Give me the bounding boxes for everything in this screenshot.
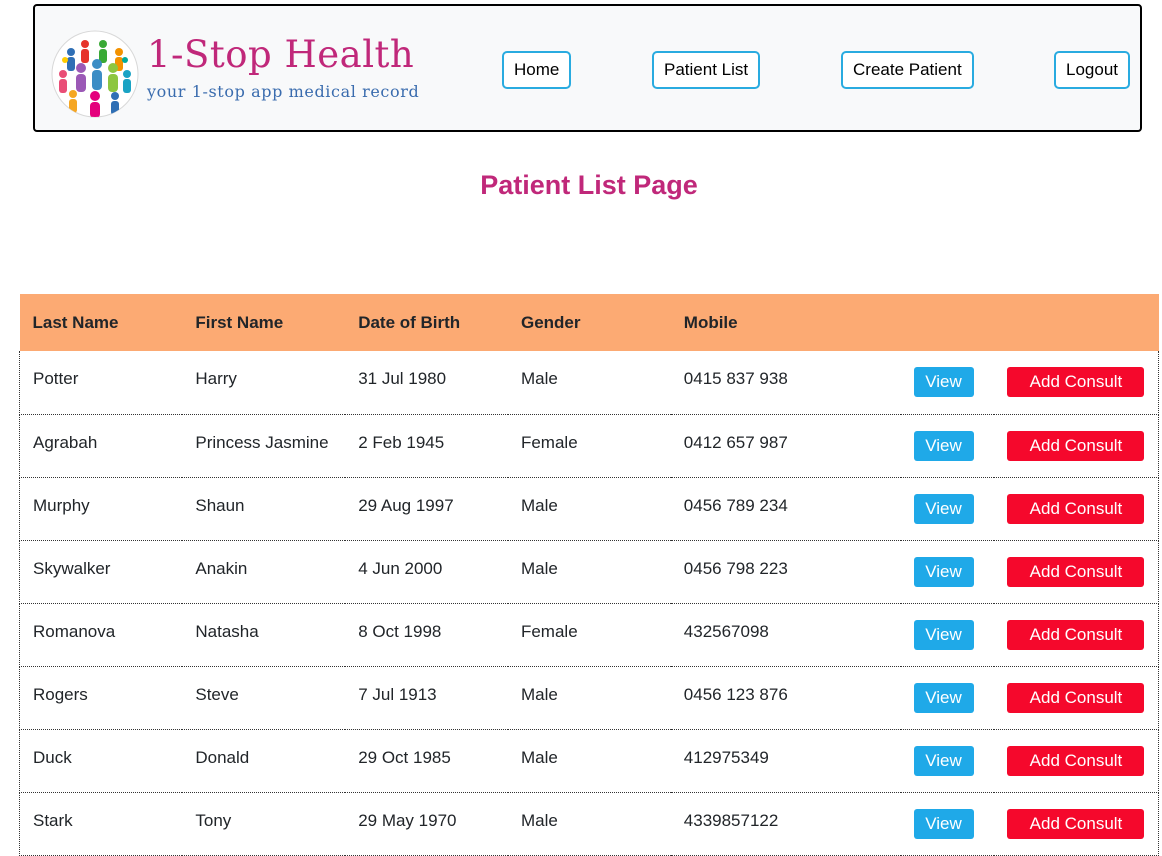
cell-gender: Male [520,810,558,830]
column-header-consult [994,294,1158,351]
cell-mobile: 0415 837 938 [683,369,788,389]
view-button[interactable]: View [913,619,974,650]
cell-mobile: 432567098 [683,621,769,641]
cell-gender: Female [520,621,578,641]
cell-gender: Male [520,558,558,578]
create-patient-button[interactable]: Create Patient [841,51,974,89]
cell-first-name: Shaun [195,495,245,515]
cell-add-consult: Add Consult [994,729,1158,792]
cell-add-consult: Add Consult [994,666,1158,729]
cell-mobile: 0456 123 876 [683,684,788,704]
cell-first-name: Anakin [195,558,248,578]
view-button[interactable]: View [913,430,974,461]
cell-add-consult: Add Consult [994,603,1158,666]
table-row: Rogers Steve 7 Jul 1913 Male 0456 123 876 Vie… [19,666,1159,729]
cell-last-name: Rogers [33,684,88,704]
add-consult-button[interactable]: Add Consult [1007,367,1145,398]
cell-view: View [901,603,995,666]
patient-table-body: Potter Harry 31 Jul 1980 Male 0415 837 938 Vi… [19,351,1159,855]
cell-view: View [901,540,995,603]
view-button[interactable]: View [913,493,974,524]
cell-add-consult: Add Consult [994,792,1158,855]
cell-date-of-birth: 29 May 1970 [358,810,457,830]
cell-view: View [901,414,995,477]
cell-view: View [901,666,995,729]
column-header-date-of-birth: Date of Birth [358,312,461,332]
cell-gender: Female [520,432,578,452]
column-header-last-name: Last Name [32,312,119,332]
cell-first-name: Donald [195,747,250,767]
cell-mobile: 0456 789 234 [683,495,788,515]
cell-date-of-birth: 31 Jul 1980 [358,369,447,389]
cell-mobile: 0412 657 987 [683,432,788,452]
cell-view: View [901,792,995,855]
table-row: Murphy Shaun 29 Aug 1997 Male 0456 789 234 Vi… [19,477,1159,540]
cell-first-name: Harry [195,369,237,389]
table-row: Stark Tony 29 May 1970 Male 4339857122 View Ad… [19,792,1159,855]
column-header-first-name: First Name [195,312,284,332]
cell-view: View [901,351,995,414]
cell-add-consult: Add Consult [994,414,1158,477]
cell-date-of-birth: 2 Feb 1945 [358,432,445,452]
column-header-mobile: Mobile [683,312,738,332]
page-title: Patient List Page [480,170,698,200]
cell-last-name: Stark [33,810,73,830]
cell-gender: Male [520,684,558,704]
cell-view: View [901,729,995,792]
cell-last-name: Romanova [33,621,116,641]
cell-last-name: Agrabah [33,432,98,452]
cell-gender: Male [520,369,558,389]
column-header-gender: Gender [520,312,581,332]
view-button[interactable]: View [913,682,974,713]
cell-gender: Male [520,747,558,767]
cell-date-of-birth: 8 Oct 1998 [358,621,442,641]
cell-first-name: Steve [195,684,239,704]
cell-date-of-birth: 29 Aug 1997 [358,495,454,515]
view-button[interactable]: View [913,367,974,398]
logout-button[interactable]: Logout [1054,51,1130,89]
cell-mobile: 412975349 [683,747,769,767]
home-button[interactable]: Home [502,51,572,89]
view-button[interactable]: View [913,808,974,839]
cell-add-consult: Add Consult [994,351,1158,414]
cell-add-consult: Add Consult [994,540,1158,603]
table-row: Potter Harry 31 Jul 1980 Male 0415 837 938 Vi… [19,351,1159,414]
cell-last-name: Skywalker [33,558,111,578]
cell-date-of-birth: 29 Oct 1985 [358,747,451,767]
cell-first-name: Princess Jasmine [195,432,329,452]
cell-last-name: Duck [33,747,72,767]
table-header-row: Last Name First Name Date of Birth Gende… [19,294,1159,351]
add-consult-button[interactable]: Add Consult [1007,430,1145,461]
cell-date-of-birth: 7 Jul 1913 [358,684,437,704]
cell-view: View [901,477,995,540]
patient-list-button[interactable]: Patient List [652,51,761,89]
cell-mobile: 0456 798 223 [683,558,788,578]
navbar: 1-Stop Health your 1-stop app medical re… [33,4,1142,132]
cell-gender: Male [520,495,558,515]
table-row: Romanova Natasha 8 Oct 1998 Female 432567098… [19,603,1159,666]
globe-people-icon[interactable] [51,30,139,118]
add-consult-button[interactable]: Add Consult [1007,556,1145,587]
cell-last-name: Murphy [33,495,90,515]
table-row: Skywalker Anakin 4 Jun 2000 Male 0456 798 22… [19,540,1159,603]
add-consult-button[interactable]: Add Consult [1007,808,1145,839]
cell-last-name: Potter [33,369,79,389]
cell-first-name: Natasha [195,621,259,641]
cell-mobile: 4339857122 [683,810,779,830]
add-consult-button[interactable]: Add Consult [1007,619,1145,650]
cell-add-consult: Add Consult [994,477,1158,540]
add-consult-button[interactable]: Add Consult [1007,682,1145,713]
cell-date-of-birth: 4 Jun 2000 [358,558,443,578]
brand-title[interactable]: 1-Stop Health [147,36,414,73]
view-button[interactable]: View [913,745,974,776]
patient-table: Last Name First Name Date of Birth Gende… [19,294,1159,856]
view-button[interactable]: View [913,556,974,587]
add-consult-button[interactable]: Add Consult [1007,745,1145,776]
table-row: Agrabah Princess Jasmine 2 Feb 1945 Female 0… [19,414,1159,477]
brand-subtitle: your 1-stop app medical record [147,82,420,101]
column-header-view [901,294,995,351]
add-consult-button[interactable]: Add Consult [1007,493,1145,524]
cell-first-name: Tony [195,810,232,830]
table-row: Duck Donald 29 Oct 1985 Male 412975349 View Ad… [19,729,1159,792]
